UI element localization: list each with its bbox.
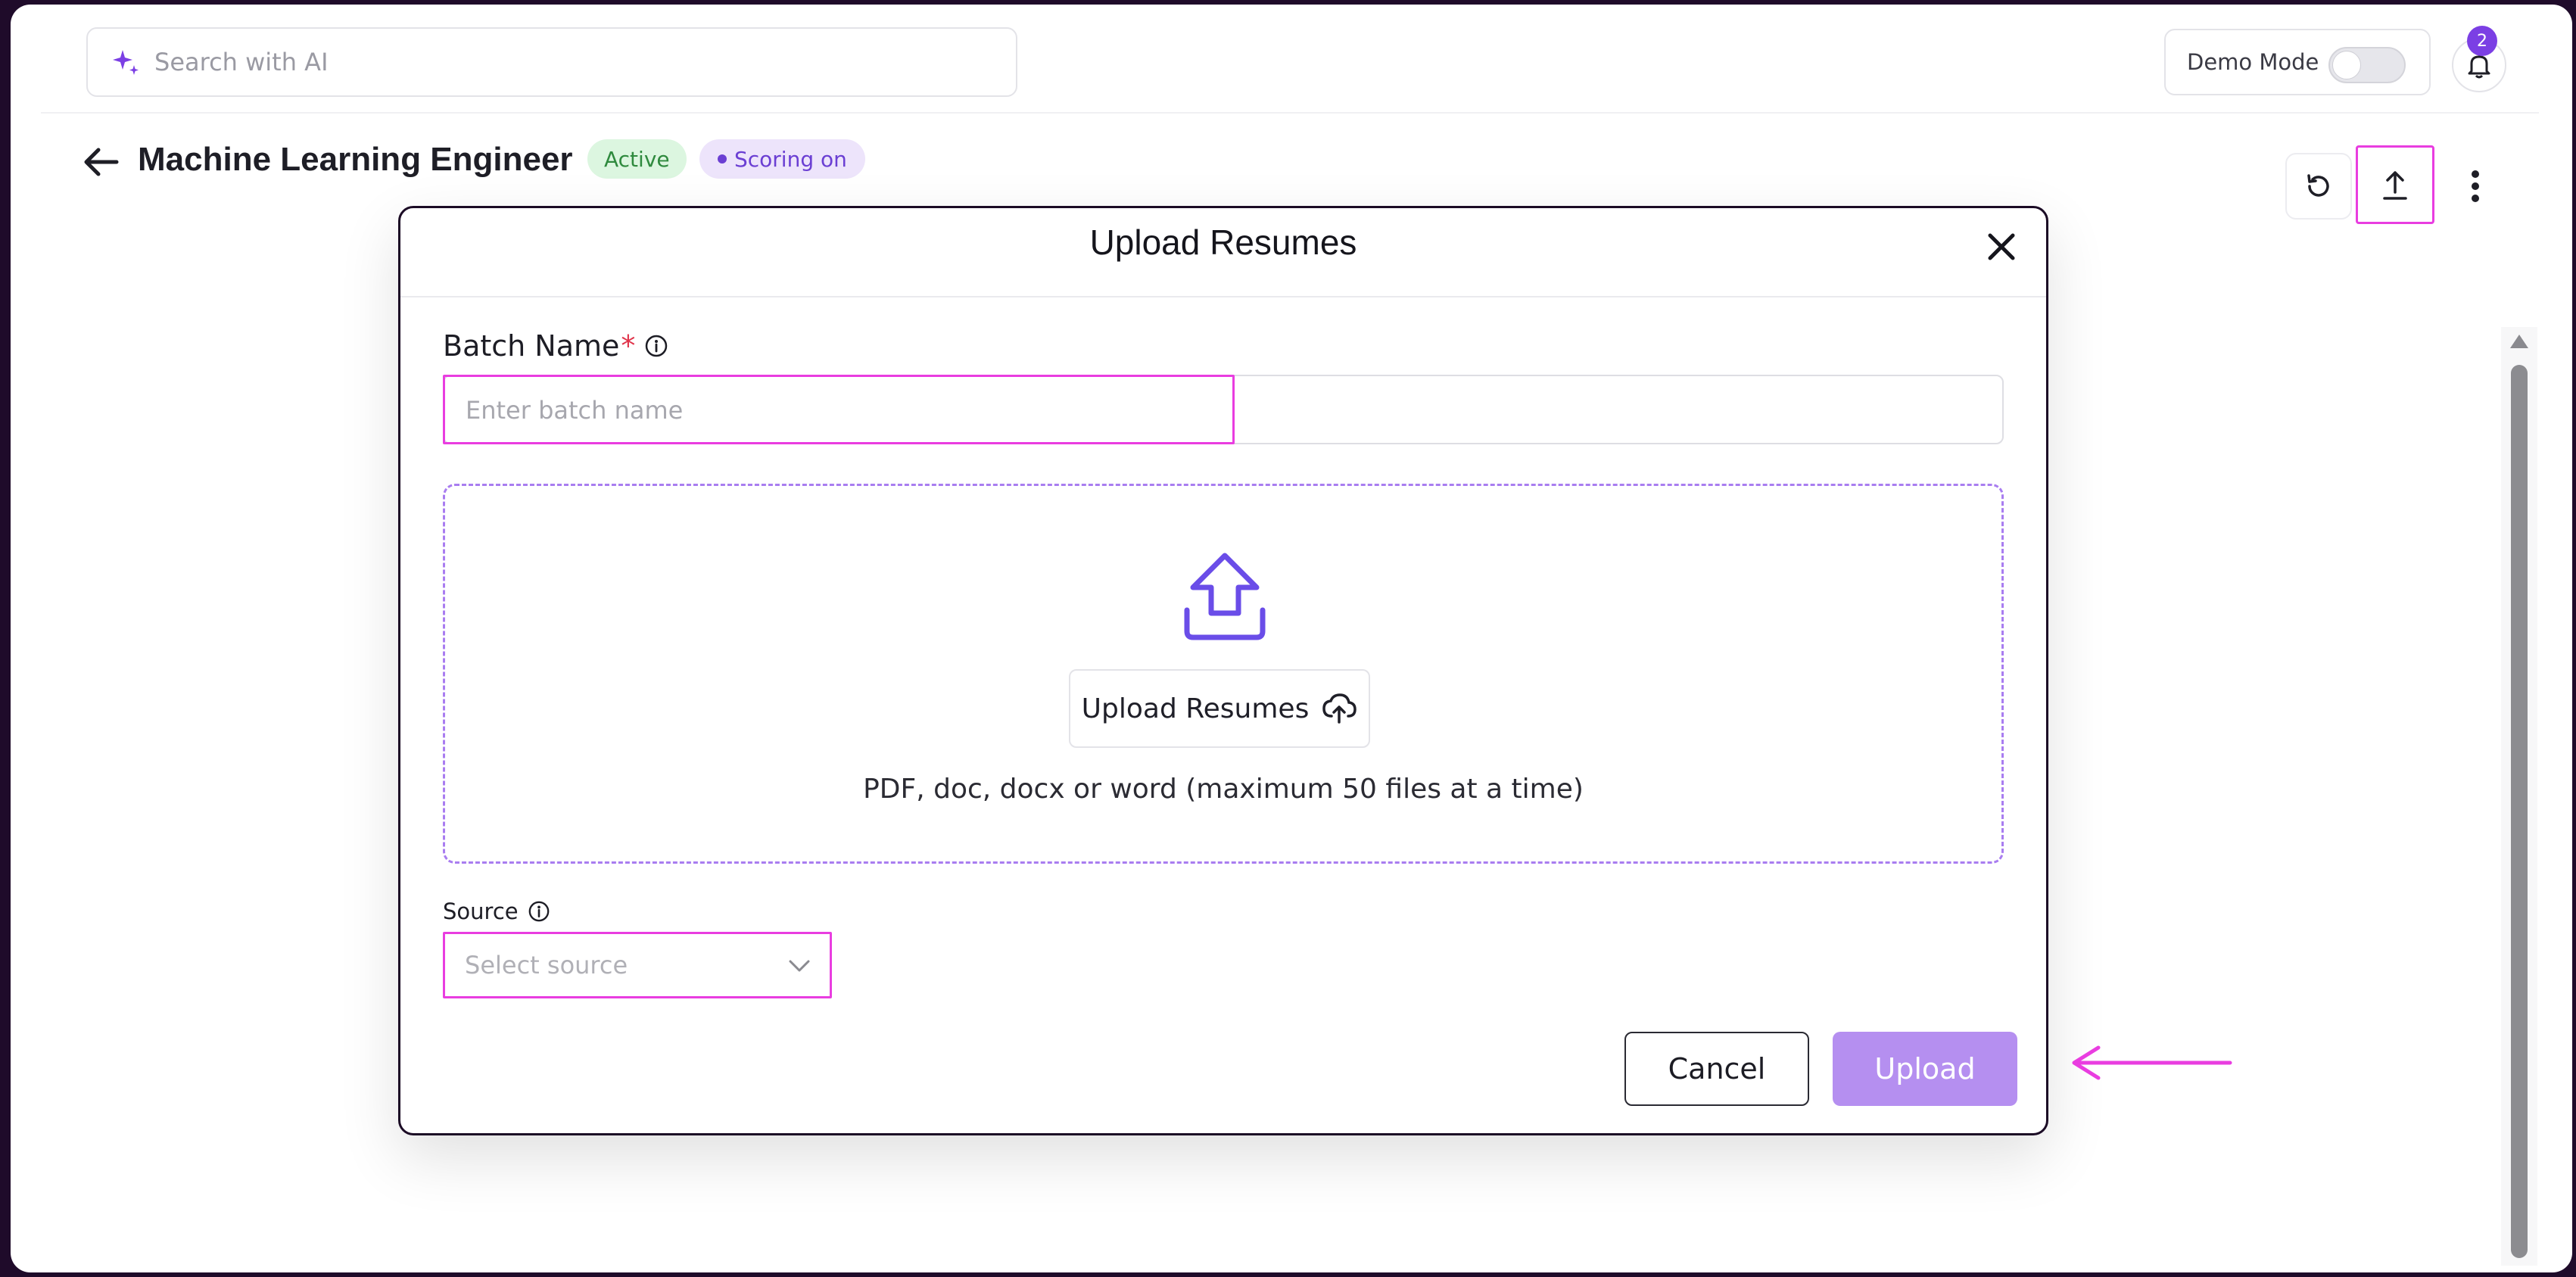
notification-count-badge: 2 [2467,26,2497,56]
demo-mode-toggle[interactable] [2328,47,2406,83]
upload-resumes-modal: Upload Resumes Batch Name * Upload Resu [398,206,2048,1135]
toggle-knob [2332,51,2361,79]
source-label-text: Source [443,899,519,924]
info-icon[interactable] [528,900,550,923]
source-select-placeholder: Select source [465,951,628,980]
scrollbar-thumb[interactable] [2511,365,2528,1258]
chevron-down-icon [789,960,810,972]
more-options-button[interactable] [2442,153,2509,220]
refresh-icon [2307,174,2329,197]
resume-dropzone[interactable]: Upload Resumes PDF, doc, docx or word (m… [443,484,2004,864]
upload-resumes-button[interactable] [2356,145,2434,224]
search-placeholder: Search with AI [154,48,329,76]
app-window: Search with AI Demo Mode 2 Machine Learn… [11,5,2572,1272]
sparkle-icon [113,50,139,75]
refresh-button[interactable] [2285,153,2352,220]
required-asterisk: * [621,329,636,363]
modal-title: Upload Resumes [1089,223,1357,262]
scroll-up-arrow-icon[interactable] [2510,335,2528,348]
dropzone-hint: PDF, doc, docx or word (maximum 50 files… [863,774,1584,805]
annotation-arrow-icon [2072,1045,2232,1080]
source-select[interactable]: Select source [443,932,832,998]
topbar-divider [41,112,2539,114]
upload-button[interactable]: Upload [1833,1032,2017,1106]
upload-icon [2383,171,2407,200]
scoring-badge-label: Scoring on [734,146,847,172]
modal-header-divider [400,296,2046,297]
cancel-button[interactable]: Cancel [1624,1032,1809,1106]
ai-search-bar[interactable]: Search with AI [86,27,1017,97]
upload-arrow-icon [1184,553,1266,640]
scoring-dot [718,154,727,164]
cloud-upload-icon [1322,693,1357,724]
status-badge: Active [587,139,687,179]
source-label: Source [443,899,550,924]
more-vertical-icon [2472,170,2479,202]
batch-name-highlight [443,375,1235,444]
batch-name-label: Batch Name * [443,329,668,363]
scoring-badge: Scoring on [699,139,865,179]
page-title: Machine Learning Engineer [138,141,573,178]
back-arrow-icon[interactable] [80,141,123,183]
upload-resumes-file-button[interactable]: Upload Resumes [1069,669,1370,748]
close-icon[interactable] [1978,223,2025,270]
demo-mode-control: Demo Mode [2164,29,2431,95]
upload-resumes-file-label: Upload Resumes [1081,693,1310,724]
batch-name-label-text: Batch Name [443,329,620,363]
info-icon[interactable] [644,334,668,358]
demo-mode-label: Demo Mode [2187,49,2319,75]
